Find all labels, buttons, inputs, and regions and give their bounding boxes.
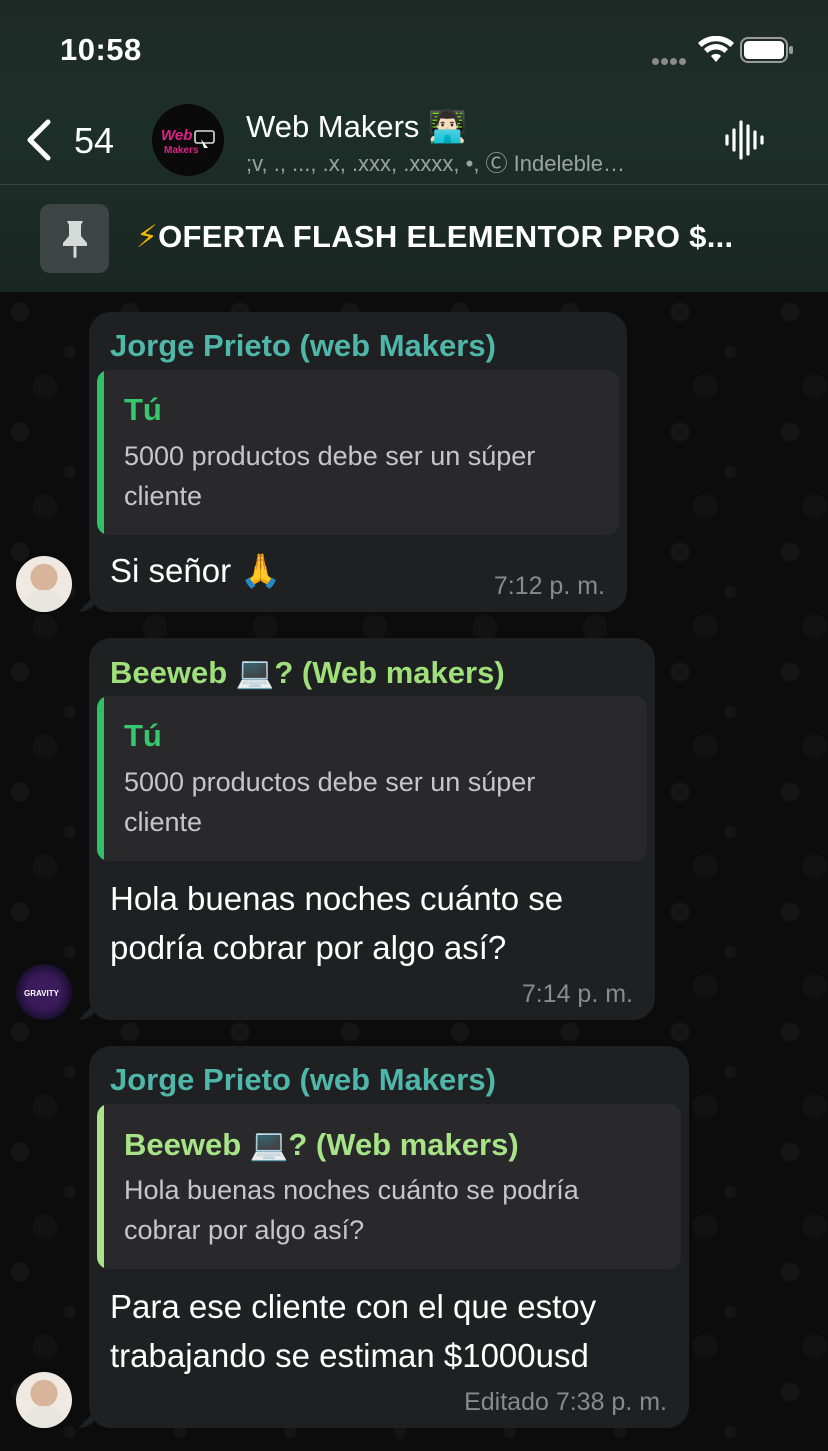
lightning-emoji: ⚡ [136,219,159,254]
pin-icon [63,221,87,258]
back-unread-count[interactable]: 54 [74,120,114,162]
message-bubble[interactable]: Jorge Prieto (web Makers) Beeweb 💻? (Web… [89,1046,689,1428]
message-sender[interactable]: Jorge Prieto (web Makers) [110,328,496,364]
back-chevron-icon[interactable] [24,118,54,162]
svg-text:Makers: Makers [164,145,199,156]
technologist-emoji: 👨🏻‍💻 [428,109,467,144]
reply-quote-bar [97,696,104,861]
reply-quote-text: Hola buenas noches cuánto se podría cobr… [124,1175,579,1245]
svg-text:GRAVITY: GRAVITY [24,989,60,998]
group-avatar[interactable]: Web Makers [152,104,224,176]
reply-quote-author: Beeweb 💻? (Web makers) [124,1127,519,1162]
cellular-signal-icon [652,52,692,65]
status-bar: 10:58 [0,0,828,100]
status-time: 10:58 [60,32,142,67]
reply-quote[interactable]: Beeweb 💻? (Web makers) Hola buenas noche… [97,1104,681,1269]
message-time: Editado 7:38 p. m. [464,1388,667,1416]
group-title[interactable]: Web Makers 👨🏻‍💻 [246,108,467,145]
reply-quote-bar [97,370,104,535]
wifi-icon [698,36,734,62]
message-sender[interactable]: Beeweb 💻? (Web makers) [110,654,505,691]
message-bubble[interactable]: Jorge Prieto (web Makers) Tú 5000 produc… [89,312,627,612]
chat-header: 10:58 54 Web Makers Web M [0,0,828,292]
message-time: 7:12 p. m. [493,572,605,600]
sender-avatar[interactable]: GRAVITY [16,964,72,1020]
message-text: Hola buenas noches cuánto se podría cobr… [110,880,564,966]
sender-avatar[interactable] [16,556,72,612]
voice-chat-icon[interactable] [724,118,764,162]
svg-text:Web: Web [161,127,192,144]
reply-quote-author: Tú [124,718,162,753]
reply-quote-text: 5000 productos debe ser un súper cliente [124,767,536,837]
message-text: Para ese cliente con el que estoy trabaj… [110,1288,597,1374]
sender-avatar[interactable] [16,1372,72,1428]
group-members-subtitle[interactable]: ;v, ., ..., .x, .xxx, .xxxx, •, Ⓒ Indele… [246,146,625,178]
pinned-message-bar[interactable]: ⚡OFERTA FLASH ELEMENTOR PRO $... [0,185,828,292]
web-makers-logo-icon: Web Makers [152,104,224,176]
battery-icon [740,37,793,63]
reply-quote-bar [97,1104,104,1269]
reply-quote[interactable]: Tú 5000 productos debe ser un súper clie… [97,696,647,861]
pinned-message-text[interactable]: ⚡OFERTA FLASH ELEMENTOR PRO $... [136,219,733,255]
message-sender[interactable]: Jorge Prieto (web Makers) [110,1062,496,1098]
pin-button[interactable] [40,204,109,273]
message-text: Si señor 🙏 [110,552,282,589]
reply-quote-author: Tú [124,392,162,427]
message-bubble[interactable]: Beeweb 💻? (Web makers) Tú 5000 productos… [89,638,655,1020]
chat-nav-row: 54 Web Makers Web Makers 👨🏻‍💻 ;v, ., ...… [0,100,828,184]
reply-quote[interactable]: Tú 5000 productos debe ser un súper clie… [97,370,619,535]
message-time: 7:14 p. m. [521,980,633,1008]
reply-quote-text: 5000 productos debe ser un súper cliente [124,441,536,511]
gravity-logo-icon: GRAVITY [24,989,60,998]
